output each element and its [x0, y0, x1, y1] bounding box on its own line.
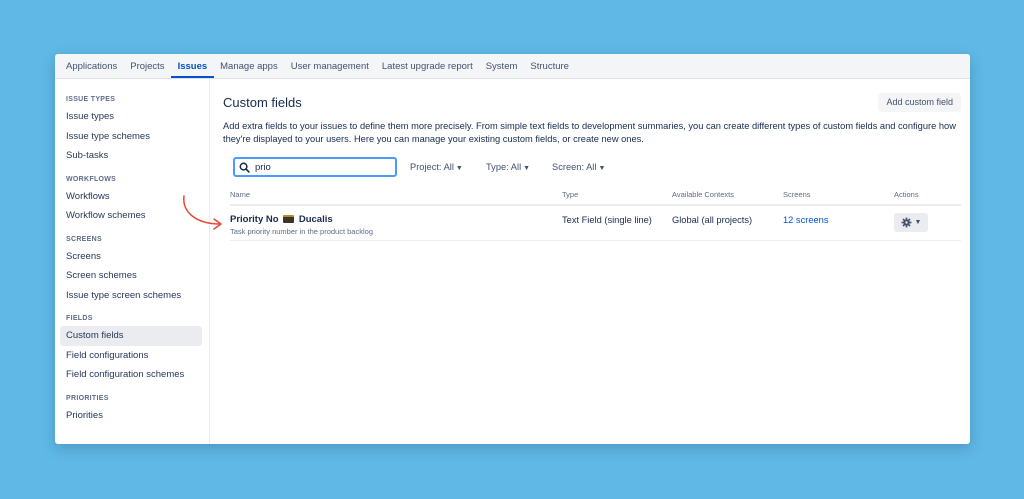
ducalis-logo-icon	[283, 215, 295, 223]
sidebar-item-custom-fields[interactable]: Custom fields	[60, 326, 202, 346]
field-name-prefix: Priority No	[230, 214, 279, 225]
sidebar-item-sub-tasks[interactable]: Sub-tasks	[60, 146, 202, 166]
column-header-actions: Actions	[894, 190, 919, 199]
table-header: Name Type Available Contexts Screens Act…	[230, 186, 961, 206]
project-filter[interactable]: Project: All ▼	[410, 162, 463, 172]
custom-field-description: Task priority number in the product back…	[230, 227, 373, 236]
tab-projects[interactable]: Projects	[124, 61, 171, 78]
tab-user-management[interactable]: User management	[284, 61, 375, 78]
search-icon	[239, 162, 250, 173]
sidebar-item-screen-schemes[interactable]: Screen schemes	[60, 266, 202, 286]
main-content: Custom fields Add custom field Add extra…	[223, 79, 970, 444]
tab-issues[interactable]: Issues	[171, 61, 214, 78]
add-custom-field-button[interactable]: Add custom field	[878, 93, 961, 112]
tab-latest-upgrade-report[interactable]: Latest upgrade report	[375, 61, 479, 78]
tab-applications[interactable]: Applications	[66, 61, 124, 78]
custom-field-type: Text Field (single line)	[562, 215, 652, 225]
chevron-down-icon: ▼	[914, 219, 922, 226]
column-header-screens[interactable]: Screens	[783, 190, 811, 199]
page-title: Custom fields	[223, 95, 302, 110]
page-description: Add extra fields to your issues to defin…	[223, 121, 956, 144]
sidebar-item-issue-types[interactable]: Issue types	[60, 107, 202, 127]
column-header-contexts[interactable]: Available Contexts	[672, 190, 734, 199]
top-navigation: Applications Projects Issues Manage apps…	[55, 54, 970, 79]
tab-structure[interactable]: Structure	[524, 61, 576, 78]
sidebar: ISSUE TYPES Issue types Issue type schem…	[55, 79, 210, 444]
type-filter-label: Type: All	[486, 162, 522, 172]
project-filter-label: Project: All	[410, 162, 454, 172]
gear-icon	[901, 217, 911, 228]
sidebar-item-priorities[interactable]: Priorities	[60, 406, 202, 426]
admin-window: Applications Projects Issues Manage apps…	[55, 54, 970, 444]
search-input[interactable]	[255, 160, 390, 175]
custom-field-screens-link[interactable]: 12 screens	[783, 215, 828, 225]
tab-manage-apps[interactable]: Manage apps	[214, 61, 285, 78]
table-row: Priority No Ducalis Task priority number…	[230, 208, 961, 241]
sidebar-item-field-configurations[interactable]: Field configurations	[60, 346, 202, 366]
actions-menu-button[interactable]: ▼	[894, 213, 928, 232]
column-header-name[interactable]: Name	[230, 190, 250, 199]
sidebar-item-issue-type-screen-schemes[interactable]: Issue type screen schemes	[60, 286, 202, 306]
sidebar-section-workflows: WORKFLOWS	[66, 175, 117, 183]
screen-filter[interactable]: Screen: All ▼	[552, 162, 605, 172]
sidebar-section-issue-types: ISSUE TYPES	[66, 96, 116, 103]
custom-field-contexts: Global (all projects)	[672, 215, 753, 225]
column-header-type[interactable]: Type	[562, 190, 578, 199]
type-filter[interactable]: Type: All ▼	[486, 162, 530, 172]
sidebar-section-priorities: PRIORITIES	[66, 394, 109, 402]
chevron-down-icon: ▼	[523, 165, 531, 172]
chevron-down-icon: ▼	[455, 165, 463, 172]
search-box[interactable]	[233, 157, 397, 177]
field-name-suffix: Ducalis	[298, 214, 333, 225]
sidebar-item-screens[interactable]: Screens	[60, 247, 202, 267]
sidebar-item-issue-type-schemes[interactable]: Issue type schemes	[60, 127, 202, 147]
sidebar-section-screens: SCREENS	[66, 235, 102, 243]
chevron-down-icon: ▼	[598, 165, 606, 172]
custom-field-name: Priority No Ducalis	[230, 214, 333, 225]
sidebar-item-field-configuration-schemes[interactable]: Field configuration schemes	[60, 365, 202, 385]
screen-filter-label: Screen: All	[552, 162, 597, 172]
tab-system[interactable]: System	[479, 61, 524, 78]
sidebar-section-fields: FIELDS	[66, 315, 93, 322]
annotation-arrow	[183, 195, 222, 230]
